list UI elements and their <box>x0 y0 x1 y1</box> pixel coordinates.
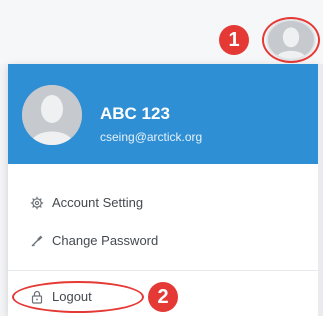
menu-item-account-setting[interactable]: Account Setting <box>8 186 318 222</box>
user-silhouette-icon <box>22 85 82 145</box>
user-dropdown-menu: ABC 123 cseing@arctick.org Account Setti… <box>8 64 318 316</box>
menu-item-label: Account Setting <box>52 195 144 210</box>
screenshot: 1 ABC 123 cseing@arctick.org Account Set… <box>0 0 323 316</box>
user-email: cseing@arctick.org <box>100 130 203 144</box>
menu-item-change-password[interactable]: Change Password <box>8 224 318 260</box>
profile-avatar-button[interactable] <box>266 19 316 61</box>
key-icon <box>30 234 44 248</box>
menu-divider <box>8 270 318 271</box>
gear-icon <box>30 196 44 210</box>
lock-icon <box>30 290 44 304</box>
user-silhouette-icon <box>268 21 314 59</box>
callout-badge-1: 1 <box>219 25 249 55</box>
avatar <box>22 85 82 145</box>
page-edge <box>318 64 323 316</box>
dropdown-header: ABC 123 cseing@arctick.org <box>8 64 318 164</box>
user-name: ABC 123 <box>100 104 170 123</box>
menu-item-label: Change Password <box>52 233 159 248</box>
menu-item-label: Logout <box>52 289 92 304</box>
callout-badge-2: 2 <box>148 282 178 312</box>
